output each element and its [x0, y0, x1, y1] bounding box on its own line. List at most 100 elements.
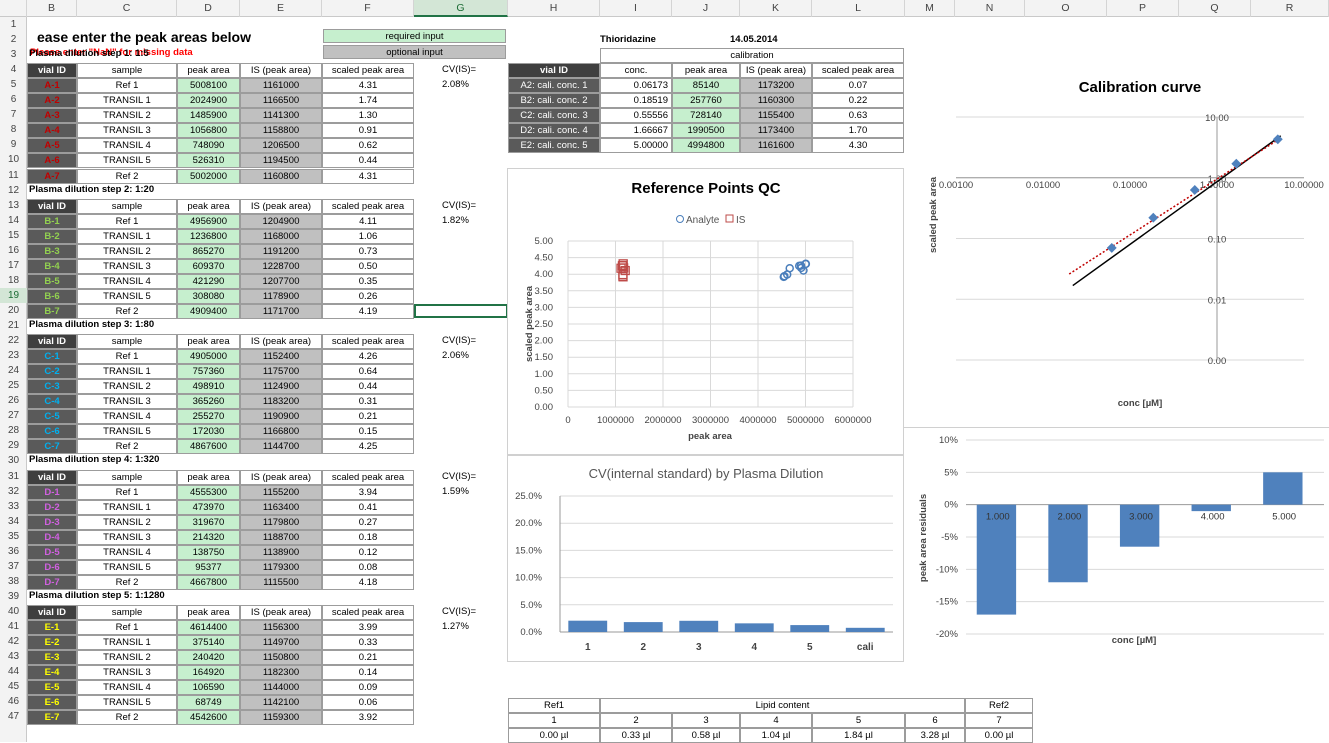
selected-cell-G19[interactable] — [414, 304, 508, 318]
column-header-E[interactable]: E — [240, 0, 322, 17]
scaled-peak-area-cell[interactable]: 0.21 — [322, 650, 414, 665]
is-peak-area-input[interactable]: 1155200 — [240, 485, 322, 500]
lipid-volume[interactable]: 0.33 µl — [600, 728, 672, 743]
scaled-peak-area-cell[interactable]: 0.18 — [322, 530, 414, 545]
scaled-peak-area-cell[interactable]: 4.31 — [322, 169, 414, 184]
row-header-24[interactable]: 24 — [0, 363, 27, 378]
is-peak-area-input[interactable]: 1144700 — [240, 439, 322, 454]
peak-area-input[interactable]: 1485900 — [177, 108, 240, 123]
column-header-B[interactable]: B — [27, 0, 77, 17]
sample-cell[interactable]: TRANSIL 4 — [77, 545, 177, 560]
is-peak-area-input[interactable]: 1206500 — [240, 138, 322, 153]
row-header-42[interactable]: 42 — [0, 634, 27, 649]
peak-area-input[interactable]: 526310 — [177, 153, 240, 168]
scaled-peak-area-cell[interactable]: 4.31 — [322, 78, 414, 93]
column-header-F[interactable]: F — [322, 0, 414, 17]
row-header-21[interactable]: 21 — [0, 318, 27, 333]
column-header-H[interactable]: H — [508, 0, 600, 17]
scaled-peak-area-cell[interactable]: 0.14 — [322, 665, 414, 680]
peak-area-input[interactable]: 375140 — [177, 635, 240, 650]
sample-cell[interactable]: Ref 2 — [77, 304, 177, 319]
row-header-46[interactable]: 46 — [0, 694, 27, 709]
is-peak-area-input[interactable]: 1138900 — [240, 545, 322, 560]
scaled-peak-area-cell[interactable]: 0.35 — [322, 274, 414, 289]
is-peak-area-input[interactable]: 1166800 — [240, 424, 322, 439]
lipid-volume[interactable]: 3.28 µl — [905, 728, 965, 743]
row-header-8[interactable]: 8 — [0, 122, 27, 137]
peak-area-input[interactable]: 4614400 — [177, 620, 240, 635]
is-peak-area-input[interactable]: 1194500 — [240, 153, 322, 168]
peak-area-input[interactable]: 319670 — [177, 515, 240, 530]
sample-cell[interactable]: TRANSIL 1 — [77, 635, 177, 650]
peak-area-input[interactable]: 609370 — [177, 259, 240, 274]
is-peak-area-input[interactable]: 1178900 — [240, 289, 322, 304]
scaled-peak-area-cell[interactable]: 0.44 — [322, 379, 414, 394]
scaled-peak-area-cell[interactable]: 4.26 — [322, 349, 414, 364]
sample-cell[interactable]: Ref 1 — [77, 214, 177, 229]
sample-cell[interactable]: Ref 1 — [77, 78, 177, 93]
row-header-11[interactable]: 11 — [0, 168, 27, 183]
is-peak-area-input[interactable]: 1158800 — [240, 123, 322, 138]
sample-cell[interactable]: TRANSIL 2 — [77, 515, 177, 530]
row-header-2[interactable]: 2 — [0, 32, 27, 47]
sample-cell[interactable]: Ref 2 — [77, 710, 177, 725]
sample-cell[interactable]: TRANSIL 1 — [77, 93, 177, 108]
sample-cell[interactable]: TRANSIL 2 — [77, 108, 177, 123]
scaled-peak-area-cell[interactable]: 0.26 — [322, 289, 414, 304]
scaled-peak-area-cell[interactable]: 0.62 — [322, 138, 414, 153]
column-header-K[interactable]: K — [740, 0, 812, 17]
scaled-peak-area-cell[interactable]: 0.73 — [322, 244, 414, 259]
scaled-peak-area-cell[interactable]: 0.27 — [322, 515, 414, 530]
scaled-peak-area-cell[interactable]: 0.08 — [322, 560, 414, 575]
peak-area-input[interactable]: 4555300 — [177, 485, 240, 500]
lipid-volume[interactable]: 0.58 µl — [672, 728, 740, 743]
is-peak-area-input[interactable]: 1149700 — [240, 635, 322, 650]
row-header-39[interactable]: 39 — [0, 589, 27, 604]
row-header-37[interactable]: 37 — [0, 559, 27, 574]
column-header-G[interactable]: G — [414, 0, 508, 17]
calibration-cell[interactable]: 4994800 — [672, 138, 740, 153]
lipid-volume[interactable]: 1.84 µl — [812, 728, 905, 743]
sample-cell[interactable]: TRANSIL 1 — [77, 500, 177, 515]
column-header-C[interactable]: C — [77, 0, 177, 17]
row-header-7[interactable]: 7 — [0, 107, 27, 122]
row-header-40[interactable]: 40 — [0, 604, 27, 619]
scaled-peak-area-cell[interactable]: 4.18 — [322, 575, 414, 590]
is-peak-area-input[interactable]: 1160800 — [240, 169, 322, 184]
is-peak-area-input[interactable]: 1183200 — [240, 394, 322, 409]
is-peak-area-input[interactable]: 1159300 — [240, 710, 322, 725]
sample-cell[interactable]: TRANSIL 5 — [77, 153, 177, 168]
peak-area-input[interactable]: 68749 — [177, 695, 240, 710]
is-peak-area-input[interactable]: 1188700 — [240, 530, 322, 545]
row-header-27[interactable]: 27 — [0, 408, 27, 423]
peak-area-input[interactable]: 4542600 — [177, 710, 240, 725]
row-header-33[interactable]: 33 — [0, 499, 27, 514]
row-header-14[interactable]: 14 — [0, 213, 27, 228]
row-header-30[interactable]: 30 — [0, 453, 27, 468]
calibration-cell[interactable]: 0.06173 — [600, 78, 672, 93]
row-header-3[interactable]: 3 — [0, 47, 27, 62]
row-header-1[interactable]: 1 — [0, 17, 27, 32]
row-header-17[interactable]: 17 — [0, 258, 27, 273]
calibration-cell[interactable]: 728140 — [672, 108, 740, 123]
row-header-45[interactable]: 45 — [0, 679, 27, 694]
is-peak-area-input[interactable]: 1141300 — [240, 108, 322, 123]
sample-cell[interactable]: Ref 2 — [77, 439, 177, 454]
peak-area-input[interactable]: 473970 — [177, 500, 240, 515]
calibration-cell[interactable]: 0.55556 — [600, 108, 672, 123]
peak-area-input[interactable]: 5002000 — [177, 169, 240, 184]
row-header-4[interactable]: 4 — [0, 62, 27, 77]
calibration-cell[interactable]: 257760 — [672, 93, 740, 108]
row-header-6[interactable]: 6 — [0, 92, 27, 107]
row-header-10[interactable]: 10 — [0, 152, 27, 167]
row-header-13[interactable]: 13 — [0, 198, 27, 213]
scaled-peak-area-cell[interactable]: 0.91 — [322, 123, 414, 138]
column-header-Q[interactable]: Q — [1179, 0, 1251, 17]
scaled-peak-area-cell[interactable]: 1.06 — [322, 229, 414, 244]
calibration-cell[interactable]: 4.30 — [812, 138, 904, 153]
peak-area-input[interactable]: 2024900 — [177, 93, 240, 108]
row-header-9[interactable]: 9 — [0, 137, 27, 152]
row-header-19[interactable]: 19 — [0, 288, 27, 303]
row-header-34[interactable]: 34 — [0, 514, 27, 529]
column-header-I[interactable]: I — [600, 0, 672, 17]
